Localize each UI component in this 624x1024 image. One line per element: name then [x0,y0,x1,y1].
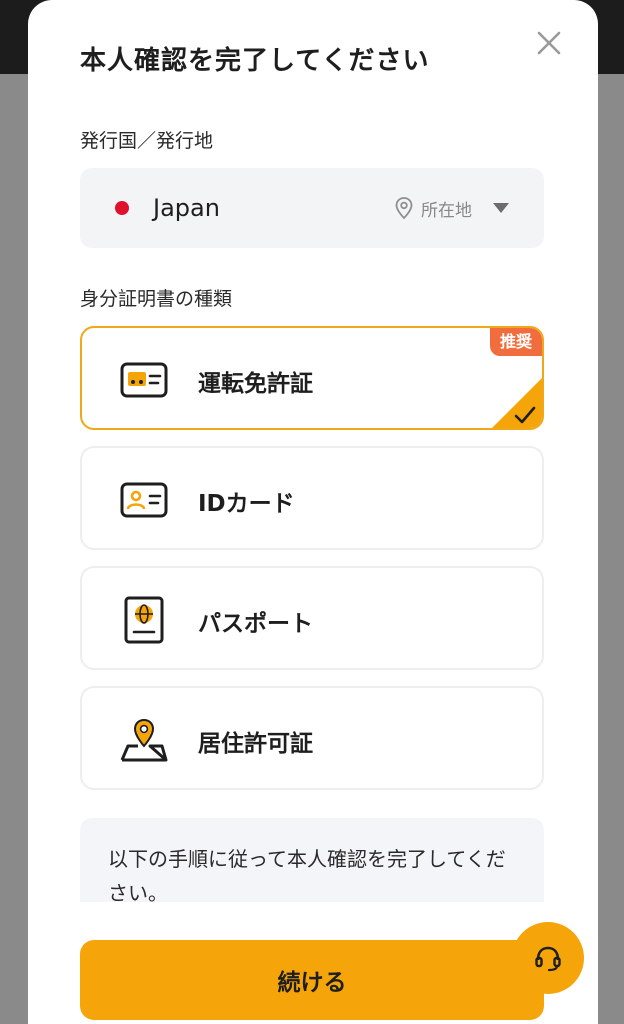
passport-icon [124,596,164,644]
customer-support-button[interactable] [512,922,584,994]
location-label: 所在地 [421,201,472,221]
japan-flag-icon [115,201,129,215]
selected-check-icon [492,378,542,428]
residence-permit-icon [120,718,168,762]
document-type-label: 身分証明書の種類 [80,288,233,310]
document-option-passport[interactable]: パスポート [80,566,544,670]
document-option-label: パスポート [198,611,313,637]
recommended-badge: 推奨 [489,328,542,356]
document-option-label: 居住許可証 [198,731,313,757]
document-option-residence-permit[interactable]: 居住許可証 [80,686,544,790]
selected-country: Japan [153,194,220,222]
instructions-panel: 以下の手順に従って本人確認を完了してください。 [80,818,544,902]
issuing-country-label: 発行国／発行地 [80,130,214,152]
continue-button[interactable]: 続ける [80,940,544,1020]
drivers-license-icon [120,362,168,398]
document-option-drivers-license[interactable]: 運転免許証 推奨 [80,326,544,430]
id-card-icon [120,482,168,518]
country-selector[interactable]: Japan 所在地 [80,168,544,248]
document-option-label: IDカード [198,491,295,517]
location-pin-icon [395,197,413,220]
chevron-down-icon [493,203,509,213]
instructions-text: 以下の手順に従って本人確認を完了してください。 [108,847,506,902]
document-option-label: 運転免許証 [198,371,313,397]
close-icon[interactable] [534,28,564,58]
document-option-id-card[interactable]: IDカード [80,446,544,550]
modal-title: 本人確認を完了してください [80,46,430,76]
headset-icon [535,946,561,972]
